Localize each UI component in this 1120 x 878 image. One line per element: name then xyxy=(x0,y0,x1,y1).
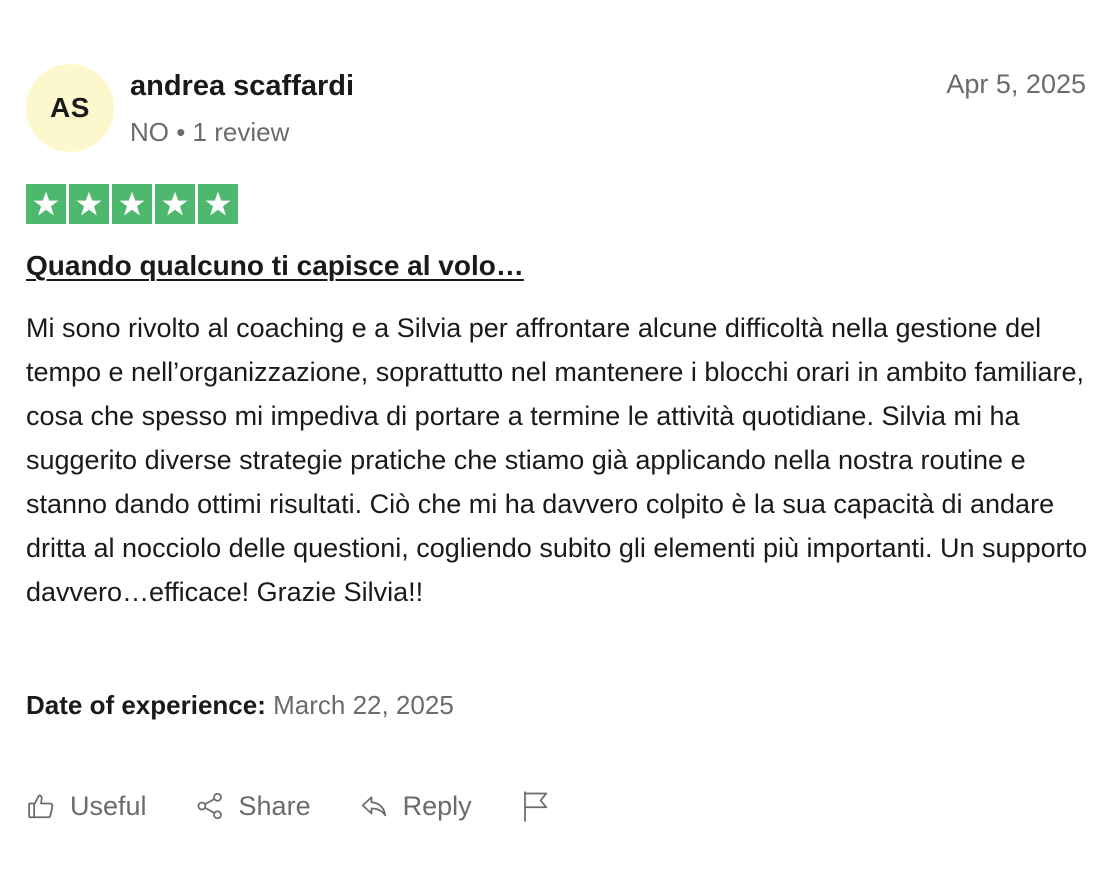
review-date: Apr 5, 2025 xyxy=(946,69,1086,99)
reply-button[interactable]: Reply xyxy=(359,791,472,822)
reply-label: Reply xyxy=(402,790,472,821)
share-label: Share xyxy=(238,790,311,821)
star-icon xyxy=(119,191,145,216)
avatar-initials: AS xyxy=(50,92,90,123)
star-5 xyxy=(198,184,238,224)
experience-label: Date of experience: xyxy=(26,690,266,720)
share-icon xyxy=(195,791,225,821)
star-icon xyxy=(33,191,59,216)
star-icon xyxy=(162,191,188,216)
thumbs-up-icon xyxy=(26,791,56,821)
flag-icon xyxy=(520,789,550,823)
useful-label: Useful xyxy=(70,790,147,821)
reviewer-meta: NO • 1 review xyxy=(130,117,290,147)
avatar[interactable]: AS xyxy=(26,64,114,152)
experience-date: March 22, 2025 xyxy=(273,690,454,720)
star-1 xyxy=(26,184,66,224)
review-title[interactable]: Quando qualcuno ti capisce al volo… xyxy=(26,250,524,282)
star-4 xyxy=(155,184,195,224)
star-icon xyxy=(76,191,102,216)
star-2 xyxy=(69,184,109,224)
reply-arrow-icon xyxy=(359,791,389,821)
report-button[interactable] xyxy=(520,789,550,823)
review-card: AS andrea scaffardi NO • 1 review Apr 5,… xyxy=(26,0,1088,878)
review-body: Mi sono rivolto al coaching e a Silvia p… xyxy=(26,313,1088,607)
star-rating xyxy=(26,184,238,224)
useful-button[interactable]: Useful xyxy=(26,791,147,822)
star-3 xyxy=(112,184,152,224)
review-header: AS andrea scaffardi NO • 1 review Apr 5,… xyxy=(26,64,1086,154)
star-icon xyxy=(205,191,231,216)
share-button[interactable]: Share xyxy=(195,791,311,822)
review-actions: Useful Share Reply xyxy=(26,782,598,830)
date-of-experience: Date of experience: March 22, 2025 xyxy=(26,690,454,721)
reviewer-name[interactable]: andrea scaffardi xyxy=(130,70,354,103)
